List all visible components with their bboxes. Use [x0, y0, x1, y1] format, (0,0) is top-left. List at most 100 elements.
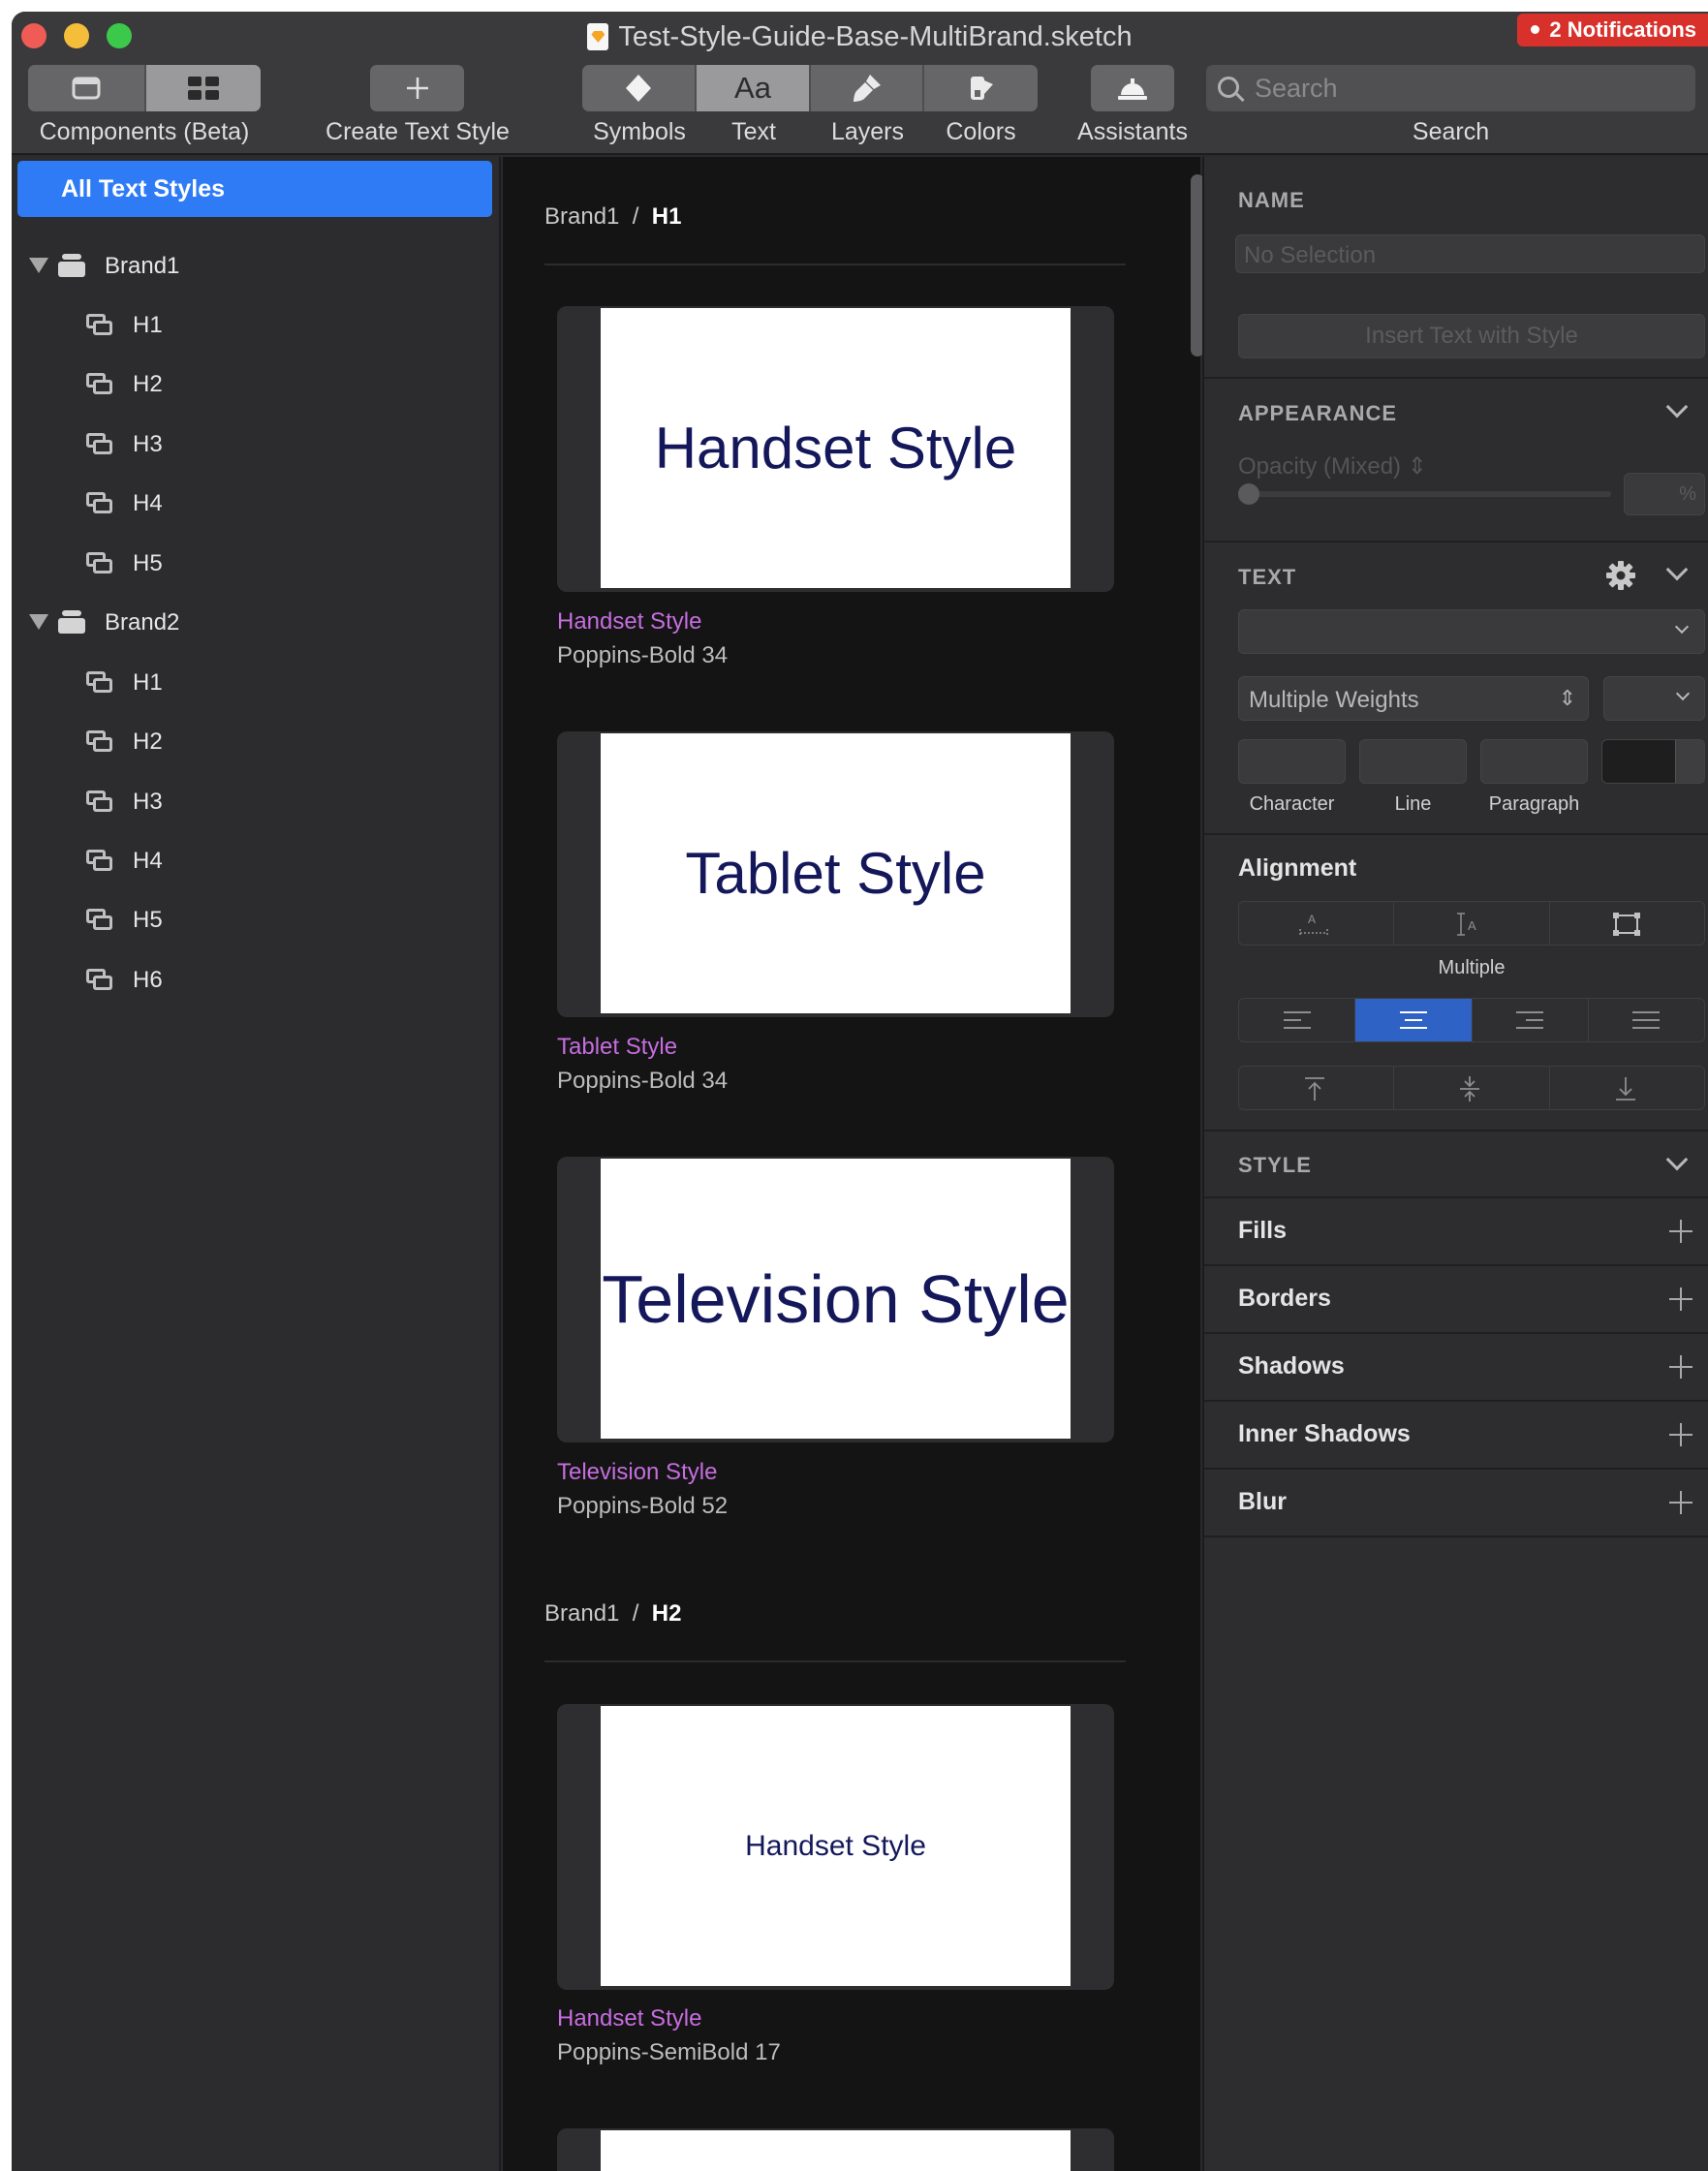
style-card[interactable]: Handset Style [557, 1704, 1114, 1990]
align-top-button[interactable] [1239, 1067, 1395, 1109]
fixed-size-button[interactable] [1550, 902, 1704, 945]
text-color-well[interactable] [1601, 739, 1705, 784]
sidebar-item-brand1-h5[interactable]: H5 [12, 542, 501, 586]
colors-tab[interactable] [924, 65, 1038, 111]
style-name[interactable]: Television Style [557, 1459, 717, 1486]
style-header: STYLE [1238, 1153, 1312, 1177]
section-breadcrumb: Brand1 / H1 [544, 203, 681, 231]
text-style-list[interactable]: Brand1 / H1 Handset Style Handset Style … [503, 157, 1200, 2171]
section-divider [544, 1660, 1126, 1662]
sidebar-item-label: H1 [133, 312, 163, 338]
alignment-label: Alignment [1238, 854, 1357, 882]
line-label: Line [1394, 793, 1432, 815]
sidebar-item-label: H5 [133, 907, 163, 933]
library-type-segmented-control: Aa [582, 65, 1038, 111]
sidebar-group-brand2[interactable]: Brand2 [12, 601, 501, 645]
font-size-select[interactable] [1603, 676, 1705, 721]
paragraph-spacing-field[interactable] [1480, 739, 1588, 784]
assistants-button[interactable] [1091, 65, 1174, 111]
style-font: Poppins-Bold 34 [557, 642, 729, 668]
text-style-icon [86, 969, 113, 992]
opacity-percent-field[interactable]: % [1624, 473, 1705, 515]
text-style-icon [86, 791, 113, 814]
breadcrumb-separator: / [632, 203, 639, 230]
document-name: Test-Style-Guide-Base-MultiBrand.sketch [618, 21, 1133, 52]
name-header: NAME [1238, 188, 1305, 212]
style-name[interactable]: Tablet Style [557, 1034, 677, 1061]
all-text-styles-item[interactable]: All Text Styles [17, 161, 492, 217]
inner-shadows-label: Inner Shadows [1238, 1420, 1411, 1447]
align-center-button[interactable] [1355, 999, 1473, 1041]
opacity-slider-knob[interactable] [1238, 483, 1259, 505]
chevron-down-icon[interactable] [1665, 395, 1689, 419]
add-fill-button[interactable] [1669, 1220, 1692, 1243]
opacity-label: Opacity (Mixed) ⇕ [1238, 452, 1427, 481]
create-text-style-segment[interactable] [370, 65, 464, 111]
single-view-button[interactable] [28, 65, 146, 111]
style-card[interactable]: Tablet Style [557, 731, 1114, 1017]
auto-width-button[interactable]: A [1239, 902, 1395, 945]
assistants-segment[interactable] [1091, 65, 1174, 111]
line-height-field[interactable] [1359, 739, 1467, 784]
chevron-down-icon[interactable] [1665, 1148, 1689, 1171]
percent-unit: % [1679, 483, 1696, 505]
sidebar-item-brand1-h3[interactable]: H3 [12, 422, 501, 467]
sidebar-item-brand2-h1[interactable]: H1 [12, 661, 501, 705]
sidebar-item-brand1-h1[interactable]: H1 [12, 303, 501, 348]
style-card[interactable]: Television Style [557, 1157, 1114, 1442]
grid-icon [188, 77, 219, 100]
sidebar-item-brand1-h4[interactable]: H4 [12, 481, 501, 526]
notifications-badge[interactable]: 2 Notifications [1517, 14, 1708, 47]
brush-icon [853, 75, 881, 102]
disclosure-triangle-icon[interactable] [29, 258, 48, 273]
symbols-tab[interactable] [582, 65, 697, 111]
add-shadow-button[interactable] [1669, 1355, 1692, 1379]
sidebar-item-label: H2 [133, 729, 163, 755]
add-border-button[interactable] [1669, 1287, 1692, 1311]
auto-height-button[interactable]: A [1394, 902, 1550, 945]
divider [1204, 1400, 1708, 1402]
vertical-alignment-control [1238, 1066, 1705, 1110]
single-panel-icon [72, 77, 101, 100]
align-bottom-button[interactable] [1550, 1067, 1704, 1109]
sidebar-item-brand2-h5[interactable]: H5 [12, 898, 501, 943]
add-blur-button[interactable] [1669, 1491, 1692, 1514]
style-card[interactable]: Handset Style [557, 306, 1114, 592]
sidebar-item-brand2-h6[interactable]: H6 [12, 958, 501, 1003]
style-name[interactable]: Handset Style [557, 2005, 701, 2032]
grid-view-button[interactable] [146, 65, 261, 111]
search-input[interactable]: Search [1206, 65, 1695, 111]
text-tab[interactable]: Aa [697, 65, 811, 111]
opacity-slider[interactable] [1238, 483, 1611, 505]
add-inner-shadow-button[interactable] [1669, 1423, 1692, 1446]
insert-text-with-style-button[interactable]: Insert Text with Style [1238, 314, 1705, 358]
sidebar-item-brand2-h2[interactable]: H2 [12, 720, 501, 764]
style-font: Poppins-Bold 34 [557, 1068, 729, 1094]
align-justify-button[interactable] [1589, 999, 1704, 1041]
gear-icon[interactable] [1605, 560, 1636, 591]
alignment-mode-label: Multiple [1438, 957, 1506, 978]
style-name[interactable]: Handset Style [557, 608, 701, 636]
create-text-style-button[interactable] [370, 65, 464, 111]
notifications-label: 2 Notifications [1549, 17, 1696, 42]
align-middle-button[interactable] [1394, 1067, 1550, 1109]
character-spacing-field[interactable] [1238, 739, 1346, 784]
font-family-select[interactable] [1238, 609, 1705, 654]
disclosure-triangle-icon[interactable] [29, 614, 48, 630]
divider [1204, 1196, 1708, 1198]
font-weight-select[interactable]: Multiple Weights ⇕ [1238, 676, 1589, 721]
sidebar-item-brand1-h2[interactable]: H2 [12, 362, 501, 407]
chevron-down-icon[interactable] [1665, 558, 1689, 581]
character-label: Character [1249, 793, 1335, 815]
align-right-button[interactable] [1473, 999, 1589, 1041]
components-label: Components (Beta) [39, 118, 250, 145]
search-label: Search [1412, 118, 1490, 145]
sidebar-group-brand1[interactable]: Brand1 [12, 244, 501, 289]
style-card-partial[interactable] [557, 2128, 1114, 2171]
service-bell-icon [1118, 78, 1147, 100]
sidebar-item-brand2-h4[interactable]: H4 [12, 839, 501, 884]
layers-tab[interactable] [811, 65, 924, 111]
align-left-button[interactable] [1239, 999, 1356, 1041]
sidebar-item-brand2-h3[interactable]: H3 [12, 780, 501, 824]
name-field[interactable]: No Selection [1235, 234, 1705, 273]
